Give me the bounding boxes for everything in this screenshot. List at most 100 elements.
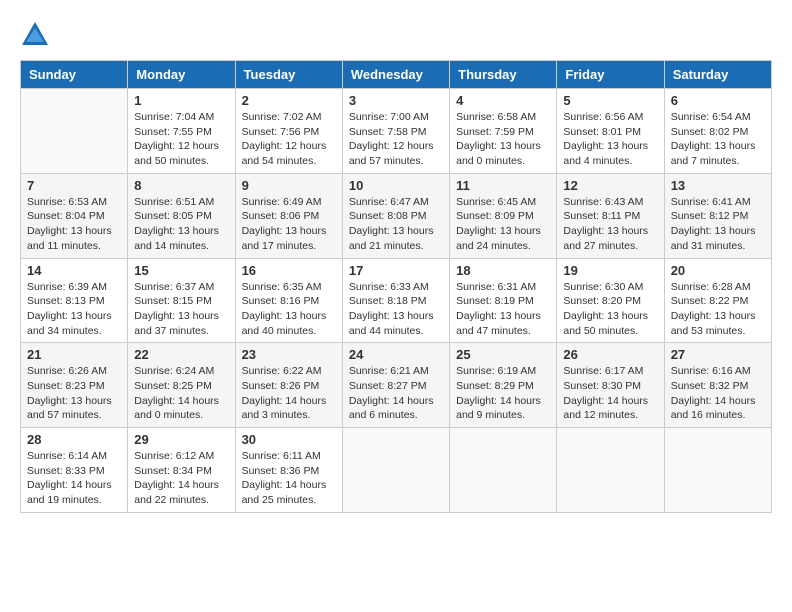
calendar-cell bbox=[21, 89, 128, 174]
calendar-week-row: 7Sunrise: 6:53 AMSunset: 8:04 PMDaylight… bbox=[21, 173, 772, 258]
day-info: Sunrise: 6:26 AMSunset: 8:23 PMDaylight:… bbox=[27, 364, 121, 423]
calendar-week-row: 1 Sunrise: 7:04 AMSunset: 7:55 PMDaylight… bbox=[21, 89, 772, 174]
calendar-cell: 3 Sunrise: 7:00 AMSunset: 7:58 PMDaylight… bbox=[342, 89, 449, 174]
calendar-cell: 12Sunrise: 6:43 AMSunset: 8:11 PMDayligh… bbox=[557, 173, 664, 258]
day-info: Sunrise: 7:00 AMSunset: 7:58 PMDaylight:… bbox=[349, 110, 443, 169]
calendar-table: SundayMondayTuesdayWednesdayThursdayFrid… bbox=[20, 60, 772, 513]
day-info: Sunrise: 6:12 AMSunset: 8:34 PMDaylight:… bbox=[134, 449, 228, 508]
day-info: Sunrise: 6:11 AMSunset: 8:36 PMDaylight:… bbox=[242, 449, 336, 508]
day-number: 28 bbox=[27, 432, 121, 447]
day-number: 22 bbox=[134, 347, 228, 362]
day-info: Sunrise: 6:22 AMSunset: 8:26 PMDaylight:… bbox=[242, 364, 336, 423]
calendar-cell: 13 Sunrise: 6:41 AMSunset: 8:12 PMDayligh… bbox=[664, 173, 771, 258]
day-info: Sunrise: 6:39 AMSunset: 8:13 PMDaylight:… bbox=[27, 280, 121, 339]
day-info: Sunrise: 6:45 AMSunset: 8:09 PMDaylight:… bbox=[456, 195, 550, 254]
day-number: 19 bbox=[563, 263, 657, 278]
day-info: Sunrise: 7:02 AMSunset: 7:56 PMDaylight:… bbox=[242, 110, 336, 169]
page-header bbox=[20, 20, 772, 50]
calendar-cell: 30 Sunrise: 6:11 AMSunset: 8:36 PMDayligh… bbox=[235, 428, 342, 513]
weekday-header: Tuesday bbox=[235, 61, 342, 89]
calendar-header-row: SundayMondayTuesdayWednesdayThursdayFrid… bbox=[21, 61, 772, 89]
day-info: Sunrise: 6:19 AMSunset: 8:29 PMDaylight:… bbox=[456, 364, 550, 423]
day-number: 8 bbox=[134, 178, 228, 193]
day-number: 15 bbox=[134, 263, 228, 278]
calendar-cell: 16 Sunrise: 6:35 AMSunset: 8:16 PMDayligh… bbox=[235, 258, 342, 343]
calendar-week-row: 14 Sunrise: 6:39 AMSunset: 8:13 PMDayligh… bbox=[21, 258, 772, 343]
logo bbox=[20, 20, 54, 50]
calendar-cell: 14 Sunrise: 6:39 AMSunset: 8:13 PMDayligh… bbox=[21, 258, 128, 343]
day-number: 24 bbox=[349, 347, 443, 362]
day-number: 3 bbox=[349, 93, 443, 108]
calendar-cell bbox=[450, 428, 557, 513]
calendar-cell bbox=[342, 428, 449, 513]
calendar-cell: 27 Sunrise: 6:16 AMSunset: 8:32 PMDayligh… bbox=[664, 343, 771, 428]
calendar-cell: 24 Sunrise: 6:21 AMSunset: 8:27 PMDayligh… bbox=[342, 343, 449, 428]
day-number: 26 bbox=[563, 347, 657, 362]
day-number: 13 bbox=[671, 178, 765, 193]
calendar-cell: 19 Sunrise: 6:30 AMSunset: 8:20 PMDayligh… bbox=[557, 258, 664, 343]
calendar-cell: 25 Sunrise: 6:19 AMSunset: 8:29 PMDayligh… bbox=[450, 343, 557, 428]
calendar-week-row: 21 Sunrise: 6:26 AMSunset: 8:23 PMDayligh… bbox=[21, 343, 772, 428]
day-number: 11 bbox=[456, 178, 550, 193]
day-number: 5 bbox=[563, 93, 657, 108]
day-info: Sunrise: 6:30 AMSunset: 8:20 PMDaylight:… bbox=[563, 280, 657, 339]
day-number: 6 bbox=[671, 93, 765, 108]
day-number: 4 bbox=[456, 93, 550, 108]
day-number: 18 bbox=[456, 263, 550, 278]
day-number: 27 bbox=[671, 347, 765, 362]
day-info: Sunrise: 6:17 AMSunset: 8:30 PMDaylight:… bbox=[563, 364, 657, 423]
calendar-cell: 22 Sunrise: 6:24 AMSunset: 8:25 PMDayligh… bbox=[128, 343, 235, 428]
day-info: Sunrise: 6:47 AMSunset: 8:08 PMDaylight:… bbox=[349, 195, 443, 254]
day-info: Sunrise: 6:54 AMSunset: 8:02 PMDaylight:… bbox=[671, 110, 765, 169]
day-info: Sunrise: 6:16 AMSunset: 8:32 PMDaylight:… bbox=[671, 364, 765, 423]
day-info: Sunrise: 6:41 AMSunset: 8:12 PMDaylight:… bbox=[671, 195, 765, 254]
calendar-cell: 17Sunrise: 6:33 AMSunset: 8:18 PMDayligh… bbox=[342, 258, 449, 343]
day-number: 21 bbox=[27, 347, 121, 362]
day-number: 17 bbox=[349, 263, 443, 278]
day-number: 23 bbox=[242, 347, 336, 362]
calendar-cell: 29 Sunrise: 6:12 AMSunset: 8:34 PMDayligh… bbox=[128, 428, 235, 513]
calendar-cell: 1 Sunrise: 7:04 AMSunset: 7:55 PMDaylight… bbox=[128, 89, 235, 174]
calendar-week-row: 28 Sunrise: 6:14 AMSunset: 8:33 PMDayligh… bbox=[21, 428, 772, 513]
day-number: 10 bbox=[349, 178, 443, 193]
day-number: 14 bbox=[27, 263, 121, 278]
day-info: Sunrise: 6:51 AMSunset: 8:05 PMDaylight:… bbox=[134, 195, 228, 254]
day-info: Sunrise: 6:37 AMSunset: 8:15 PMDaylight:… bbox=[134, 280, 228, 339]
day-info: Sunrise: 6:49 AMSunset: 8:06 PMDaylight:… bbox=[242, 195, 336, 254]
calendar-cell: 23 Sunrise: 6:22 AMSunset: 8:26 PMDayligh… bbox=[235, 343, 342, 428]
weekday-header: Saturday bbox=[664, 61, 771, 89]
day-info: Sunrise: 6:21 AMSunset: 8:27 PMDaylight:… bbox=[349, 364, 443, 423]
weekday-header: Wednesday bbox=[342, 61, 449, 89]
logo-icon bbox=[20, 20, 50, 50]
calendar-cell: 7Sunrise: 6:53 AMSunset: 8:04 PMDaylight… bbox=[21, 173, 128, 258]
day-number: 20 bbox=[671, 263, 765, 278]
calendar-cell: 28 Sunrise: 6:14 AMSunset: 8:33 PMDayligh… bbox=[21, 428, 128, 513]
calendar-cell: 4 Sunrise: 6:58 AMSunset: 7:59 PMDaylight… bbox=[450, 89, 557, 174]
day-number: 30 bbox=[242, 432, 336, 447]
calendar-cell: 6 Sunrise: 6:54 AMSunset: 8:02 PMDaylight… bbox=[664, 89, 771, 174]
day-info: Sunrise: 7:04 AMSunset: 7:55 PMDaylight:… bbox=[134, 110, 228, 169]
day-number: 2 bbox=[242, 93, 336, 108]
day-number: 25 bbox=[456, 347, 550, 362]
day-number: 1 bbox=[134, 93, 228, 108]
day-info: Sunrise: 6:56 AMSunset: 8:01 PMDaylight:… bbox=[563, 110, 657, 169]
calendar-cell: 11 Sunrise: 6:45 AMSunset: 8:09 PMDayligh… bbox=[450, 173, 557, 258]
calendar-cell: 21 Sunrise: 6:26 AMSunset: 8:23 PMDayligh… bbox=[21, 343, 128, 428]
day-info: Sunrise: 6:14 AMSunset: 8:33 PMDaylight:… bbox=[27, 449, 121, 508]
day-info: Sunrise: 6:31 AMSunset: 8:19 PMDaylight:… bbox=[456, 280, 550, 339]
calendar-cell: 20Sunrise: 6:28 AMSunset: 8:22 PMDayligh… bbox=[664, 258, 771, 343]
calendar-cell: 9 Sunrise: 6:49 AMSunset: 8:06 PMDaylight… bbox=[235, 173, 342, 258]
calendar-cell bbox=[557, 428, 664, 513]
day-info: Sunrise: 6:35 AMSunset: 8:16 PMDaylight:… bbox=[242, 280, 336, 339]
day-number: 9 bbox=[242, 178, 336, 193]
day-number: 29 bbox=[134, 432, 228, 447]
day-number: 16 bbox=[242, 263, 336, 278]
day-info: Sunrise: 6:53 AMSunset: 8:04 PMDaylight:… bbox=[27, 195, 121, 254]
weekday-header: Friday bbox=[557, 61, 664, 89]
weekday-header: Thursday bbox=[450, 61, 557, 89]
day-info: Sunrise: 6:24 AMSunset: 8:25 PMDaylight:… bbox=[134, 364, 228, 423]
calendar-cell: 15 Sunrise: 6:37 AMSunset: 8:15 PMDayligh… bbox=[128, 258, 235, 343]
calendar-cell: 8 Sunrise: 6:51 AMSunset: 8:05 PMDaylight… bbox=[128, 173, 235, 258]
day-number: 12 bbox=[563, 178, 657, 193]
day-info: Sunrise: 6:58 AMSunset: 7:59 PMDaylight:… bbox=[456, 110, 550, 169]
